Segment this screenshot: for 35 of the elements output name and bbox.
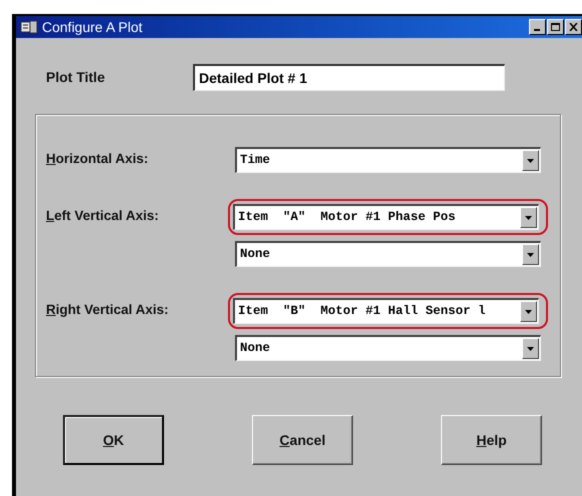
dropdown-value: Item "A" Motor #1 Phase Pos — [237, 209, 457, 226]
dropdown[interactable]: Item "B" Motor #1 Hall Sensor l — [233, 298, 539, 324]
dialog-button[interactable]: Cancel — [252, 415, 353, 465]
axis-label: Right Vertical Axis: — [46, 301, 170, 319]
dialog-button[interactable]: OK — [63, 415, 164, 465]
axis-label: Left Vertical Axis: — [46, 207, 160, 225]
maximize-button[interactable] — [547, 19, 564, 35]
maximize-icon — [551, 23, 560, 31]
dropdown-button[interactable] — [522, 338, 539, 359]
axis-label: Horizontal Axis: — [46, 150, 150, 168]
dropdown-arrow-icon — [527, 346, 534, 350]
plot-title-field[interactable]: Detailed Plot # 1 — [193, 64, 505, 91]
dropdown[interactable]: Time — [235, 147, 541, 173]
dropdown-arrow-icon — [527, 252, 534, 256]
dropdown-button[interactable] — [520, 207, 537, 228]
dropdown-button[interactable] — [520, 301, 537, 322]
dropdown[interactable]: None — [235, 241, 541, 267]
dropdown-arrow-icon — [527, 158, 534, 162]
minimize-button[interactable] — [529, 19, 546, 35]
dropdown-button[interactable] — [522, 244, 539, 265]
dialog-button[interactable]: Help — [441, 415, 542, 465]
dropdown-value: Time — [239, 152, 272, 170]
dropdown-arrow-icon — [525, 216, 532, 220]
dropdown[interactable]: Item "A" Motor #1 Phase Pos — [233, 204, 539, 230]
field-label: Plot Title — [46, 68, 106, 87]
window-title: Configure A Plot — [42, 18, 144, 37]
dropdown-value: Item "B" Motor #1 Hall Sensor l — [237, 303, 487, 320]
close-icon — [569, 23, 578, 31]
dropdown-arrow-icon — [525, 310, 532, 314]
dropdown-button[interactable] — [522, 150, 539, 171]
app-icon — [20, 20, 38, 34]
dropdown-value: None — [239, 246, 272, 264]
dropdown[interactable]: None — [235, 335, 541, 361]
dropdown-value: None — [239, 340, 272, 358]
close-button[interactable] — [565, 19, 582, 35]
